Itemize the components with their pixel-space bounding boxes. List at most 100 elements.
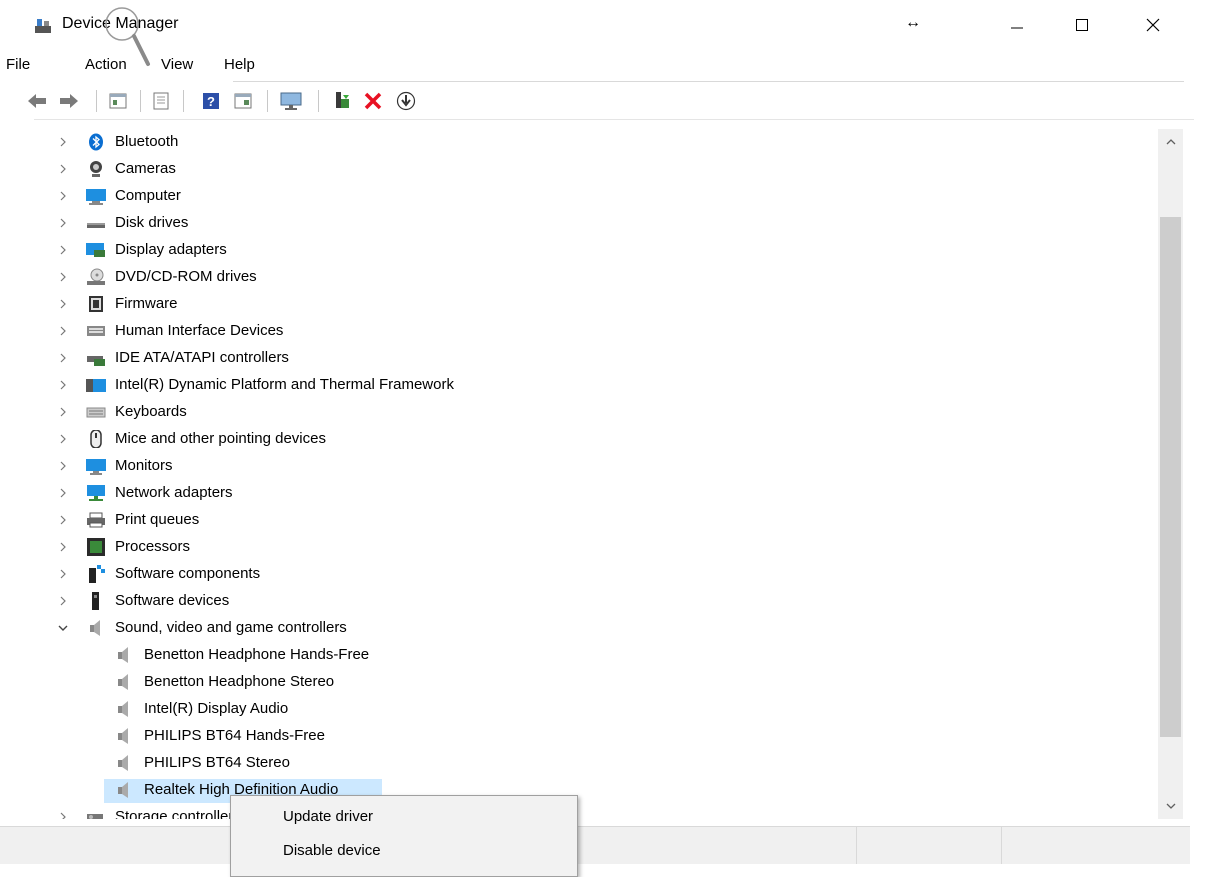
properties-icon [109,93,127,109]
maximize-button[interactable] [1059,0,1105,50]
tree-child-item[interactable]: PHILIPS BT64 Hands-Free [34,723,1158,750]
help-icon: ? [203,93,219,109]
scan-hardware-button[interactable] [280,90,302,112]
tree-item-storage-controllers[interactable]: Storage controllers [34,804,1158,819]
chevron-right-icon[interactable] [56,162,70,176]
toolbar-border [34,119,1194,120]
tree-item-intel-dptf[interactable]: Intel(R) Dynamic Platform and Thermal Fr… [34,372,1158,399]
display-adapter-icon [86,243,105,257]
tree-child-item[interactable]: PHILIPS BT64 Stereo [34,750,1158,777]
chevron-right-icon[interactable] [56,216,70,230]
update-driver-button[interactable] [332,90,354,112]
toolbar-separator [267,90,268,112]
disk-icon [87,223,105,228]
tree-item-label: Display adapters [115,241,227,258]
chevron-right-icon[interactable] [56,243,70,257]
tree-item-ide-controllers[interactable]: IDE ATA/ATAPI controllers [34,345,1158,372]
chevron-right-icon[interactable] [56,135,70,149]
processor-icon [87,538,105,556]
menu-file[interactable]: File [6,56,30,73]
tree-item-firmware[interactable]: Firmware [34,291,1158,318]
computer-icon [86,189,106,205]
show-hidden-button[interactable] [150,90,172,112]
tree-child-label: Benetton Headphone Stereo [144,673,335,690]
tree-item-sound-video-game[interactable]: Sound, video and game controllers [34,615,1158,642]
tree-item-processors[interactable]: Processors [34,534,1158,561]
view-button[interactable] [232,90,254,112]
tree-item-keyboards[interactable]: Keyboards [34,399,1158,426]
scrollbar-thumb[interactable] [1160,217,1181,737]
tree-child-item[interactable]: Benetton Headphone Stereo [34,669,1158,696]
hid-icon [87,326,105,336]
chevron-right-icon[interactable] [56,567,70,581]
tree-item-computer[interactable]: Computer [34,183,1158,210]
uninstall-button[interactable] [362,90,384,112]
vertical-scrollbar[interactable] [1158,129,1183,819]
forward-button[interactable] [58,90,80,112]
tree-item-label: Mice and other pointing devices [115,430,326,447]
tree-item-mice[interactable]: Mice and other pointing devices [34,426,1158,453]
tree-item-network-adapters[interactable]: Network adapters [34,480,1158,507]
chevron-right-icon[interactable] [56,189,70,203]
chevron-down-icon[interactable] [56,621,70,635]
chevron-right-icon[interactable] [56,513,70,527]
chevron-right-icon[interactable] [56,459,70,473]
tree-child-item[interactable]: Benetton Headphone Hands-Free [34,642,1158,669]
chevron-right-icon[interactable] [56,486,70,500]
chevron-right-icon[interactable] [56,810,70,819]
speaker-icon [118,755,128,771]
tree-item-monitors[interactable]: Monitors [34,453,1158,480]
toolbar: ? [0,84,1227,118]
chevron-right-icon[interactable] [56,405,70,419]
ide-icon [87,356,105,366]
chevron-right-icon[interactable] [56,378,70,392]
tree-item-label: Network adapters [115,484,233,501]
tree-item-cameras[interactable]: Cameras [34,156,1158,183]
download-button[interactable] [395,90,417,112]
monitor-icon [280,92,302,110]
speaker-icon [118,701,128,717]
tree-child-item-selected[interactable]: Realtek High Definition Audio [34,777,1158,804]
scroll-down-button[interactable] [1158,793,1183,819]
close-button[interactable] [1130,0,1176,50]
menu-help[interactable]: Help [224,56,255,73]
menu-action[interactable]: Action [85,56,127,73]
tree-item-label: Processors [115,538,191,555]
bluetooth-icon [89,133,103,151]
tree-item-dvd-drives[interactable]: DVD/CD-ROM drives [34,264,1158,291]
back-button[interactable] [26,90,48,112]
tree-item-label: Sound, video and game controllers [115,619,347,636]
chevron-right-icon[interactable] [56,270,70,284]
toolbar-separator [96,90,97,112]
chevron-right-icon[interactable] [56,594,70,608]
tree-item-label: IDE ATA/ATAPI controllers [115,349,289,366]
chevron-right-icon[interactable] [56,297,70,311]
minimize-button[interactable] [994,0,1040,50]
context-disable-device[interactable]: Disable device [283,842,381,859]
tree-item-print-queues[interactable]: Print queues [34,507,1158,534]
tree-item-display-adapters[interactable]: Display adapters [34,237,1158,264]
tree-item-label: Cameras [115,160,176,177]
tree-item-disk-drives[interactable]: Disk drives [34,210,1158,237]
tree-item-software-devices[interactable]: Software devices [34,588,1158,615]
chevron-down-icon [1166,803,1175,809]
tree-item-software-components[interactable]: Software components [34,561,1158,588]
tree-item-human-interface-devices[interactable]: Human Interface Devices [34,318,1158,345]
tree-item-bluetooth[interactable]: Bluetooth [34,129,1158,156]
chevron-right-icon[interactable] [56,432,70,446]
device-manager-icon [35,19,51,33]
context-update-driver[interactable]: Update driver [283,808,373,825]
menu-view[interactable]: View [161,56,193,73]
tree-child-item[interactable]: Intel(R) Display Audio [34,696,1158,723]
chevron-right-icon[interactable] [56,540,70,554]
help-button[interactable]: ? [200,90,222,112]
tree-child-label: Intel(R) Display Audio [144,700,289,717]
tree-item-label: Computer [115,187,181,204]
chevron-right-icon[interactable] [56,324,70,338]
status-bar [0,826,1190,864]
properties-button[interactable] [107,90,129,112]
device-tree: Bluetooth Cameras Computer Disk drives D… [34,129,1158,819]
scroll-up-button[interactable] [1158,129,1183,155]
chevron-right-icon[interactable] [56,351,70,365]
toolbar-separator [183,90,184,112]
